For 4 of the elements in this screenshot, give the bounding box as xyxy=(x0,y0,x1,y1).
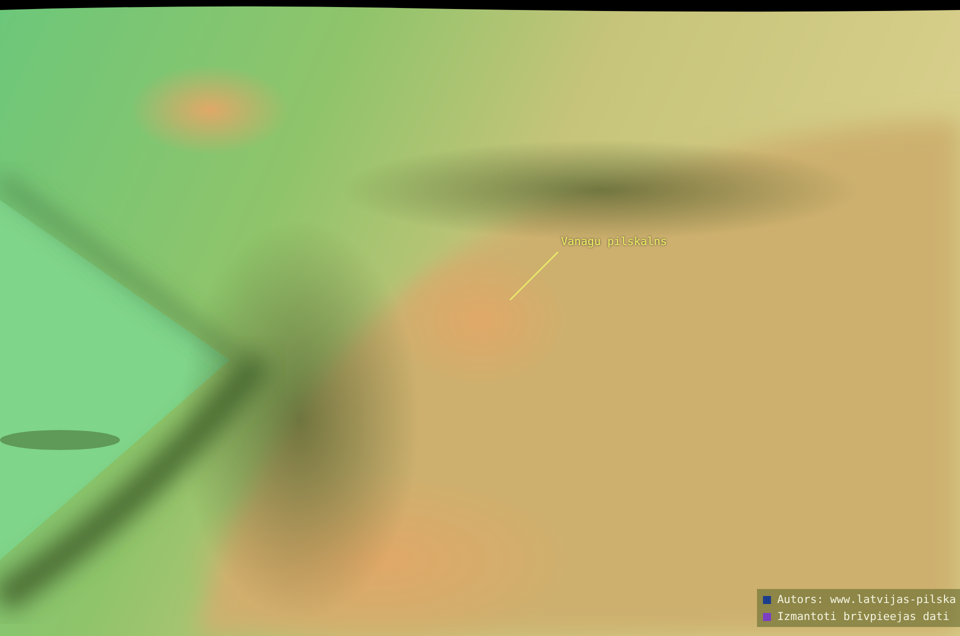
leader-line xyxy=(509,251,559,301)
legend-text: Izmantoti brīvpieejas dati xyxy=(777,610,950,623)
map-label: Vanagu pilskalns xyxy=(561,235,667,248)
legend-text: Autors: www.latvijas-pilska xyxy=(777,593,956,606)
